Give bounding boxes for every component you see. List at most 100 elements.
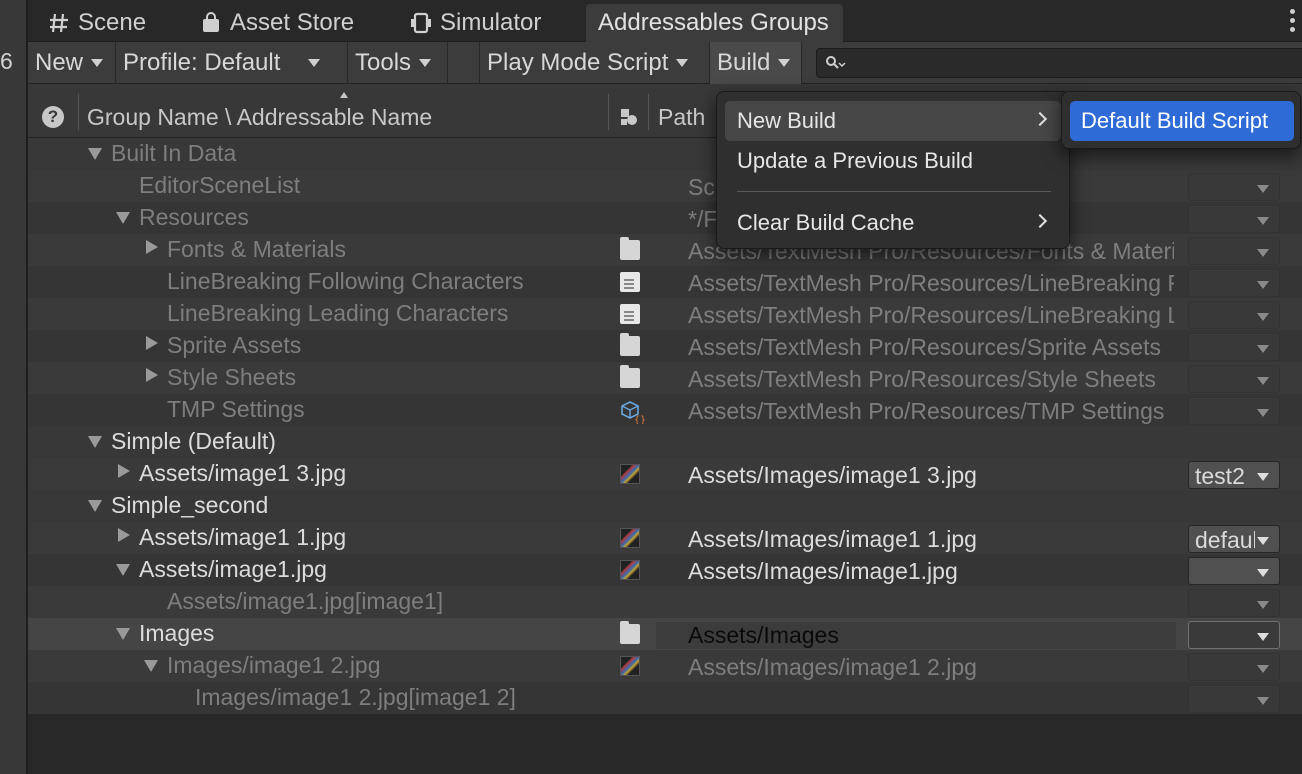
labels-dropdown[interactable] [1188,621,1280,649]
new-build-submenu: Default Build Script [1061,91,1301,149]
chevron-down-icon [1257,697,1269,705]
chevron-down-icon [1257,217,1269,225]
labels-dropdown[interactable] [1188,237,1280,265]
left-strip-number: 6 [0,48,13,74]
tab-asset-store-label: Asset Store [230,9,355,36]
collapse-chevron-icon[interactable] [118,464,130,478]
column-divider[interactable] [608,94,609,130]
chevron-down-icon [1257,569,1269,577]
menu-item-default-build-script[interactable]: Default Build Script [1070,101,1294,141]
labels-dropdown[interactable] [1188,557,1280,585]
search-icon [826,56,846,69]
table-row[interactable]: Assets/image1 1.jpg Assets/Images/image1… [28,522,1302,554]
chevron-down-icon [1257,409,1269,417]
tab-scene[interactable]: Scene [34,4,146,42]
folder-icon [620,621,640,644]
menu-separator [737,191,1051,192]
expand-chevron-icon[interactable] [116,212,130,224]
text-asset-icon [620,304,640,324]
table-row[interactable]: Images/image1 2.jpg Assets/Images/image1… [28,650,1302,682]
table-row[interactable]: Fonts & Materials Assets/TextMesh Pro/Re… [28,234,1302,266]
table-row[interactable]: Assets/image1 3.jpg Assets/Images/image1… [28,458,1302,490]
left-dock-strip: 6 [0,0,28,774]
collapse-chevron-icon[interactable] [146,368,158,382]
tab-simulator[interactable]: Simulator [396,4,541,42]
tools-dropdown-button[interactable]: Tools [348,42,448,84]
column-group-name[interactable]: Group Name \ Addressable Name [87,104,432,131]
table-row[interactable]: Assets/image1.jpg Assets/Images/image1.j… [28,554,1302,586]
tab-addressables-groups-label: Addressables Groups [598,9,829,36]
profile-dropdown-button[interactable]: Profile: Default [116,42,348,84]
chevron-down-icon [1257,185,1269,193]
search-input[interactable] [816,48,1302,78]
column-divider[interactable] [78,94,79,130]
labels-dropdown[interactable]: default [1188,525,1280,553]
table-row[interactable]: Resources */F [28,202,1302,234]
sort-ascending-icon [340,92,348,98]
collapse-chevron-icon[interactable] [146,336,158,350]
scriptable-object-icon: {} [620,400,646,426]
column-divider[interactable] [648,94,649,130]
labels-dropdown[interactable] [1188,589,1280,617]
play-mode-script-dropdown[interactable]: Play Mode Script [480,42,710,84]
new-dropdown-button[interactable]: New [28,42,116,84]
labels-dropdown[interactable] [1188,397,1280,425]
image-thumbnail-icon [620,656,640,676]
table-row[interactable]: EditorSceneList Sc [28,170,1302,202]
asset-type-column-icon [619,106,639,126]
addressables-tree: Built In Data EditorSceneList Sc Resourc… [28,138,1302,714]
table-row[interactable]: Images/image1 2.jpg[image1 2] [28,682,1302,714]
expand-chevron-icon[interactable] [88,148,102,160]
labels-dropdown[interactable] [1188,269,1280,297]
labels-dropdown[interactable] [1188,205,1280,233]
more-options-icon[interactable] [1290,9,1296,33]
labels-dropdown[interactable] [1188,365,1280,393]
table-row[interactable]: TMP Settings {} Assets/TextMesh Pro/Reso… [28,394,1302,426]
chevron-down-icon [1257,281,1269,289]
grid-icon [48,12,70,34]
table-row[interactable]: Style Sheets Assets/TextMesh Pro/Resourc… [28,362,1302,394]
expand-chevron-icon[interactable] [88,500,102,512]
chevron-down-icon [1257,537,1269,545]
folder-icon [620,237,640,260]
group-row[interactable]: Simple (Default) [28,426,1302,458]
table-row[interactable]: LineBreaking Following Characters Assets… [28,266,1302,298]
tab-simulator-label: Simulator [440,9,542,36]
image-thumbnail-icon [620,528,640,548]
collapse-chevron-icon[interactable] [146,240,158,254]
tab-scene-label: Scene [78,9,147,36]
labels-dropdown[interactable] [1188,653,1280,681]
image-thumbnail-icon [620,464,640,484]
labels-dropdown[interactable] [1188,301,1280,329]
menu-item-new-build[interactable]: New Build [725,101,1061,141]
text-asset-icon [620,272,640,292]
collapse-chevron-icon[interactable] [118,528,130,542]
build-dropdown-button[interactable]: Build [710,42,802,84]
chevron-down-icon [1257,249,1269,257]
expand-chevron-icon[interactable] [116,628,130,640]
expand-chevron-icon[interactable] [144,660,158,672]
table-row[interactable]: Sprite Assets Assets/TextMesh Pro/Resour… [28,330,1302,362]
labels-dropdown[interactable] [1188,173,1280,201]
help-icon[interactable]: ? [42,106,64,128]
menu-item-clear-build-cache[interactable]: Clear Build Cache [725,203,1061,243]
labels-dropdown[interactable] [1188,333,1280,361]
table-row[interactable]: Assets/image1.jpg[image1] [28,586,1302,618]
menu-item-update-previous-build[interactable]: Update a Previous Build [725,141,1061,181]
table-row[interactable]: LineBreaking Leading Characters Assets/T… [28,298,1302,330]
expand-chevron-icon[interactable] [88,436,102,448]
folder-icon [620,333,640,356]
chevron-down-icon [1257,345,1269,353]
labels-dropdown[interactable]: test2 [1188,461,1280,489]
tab-asset-store[interactable]: Asset Store [186,4,354,42]
expand-chevron-icon[interactable] [116,564,130,576]
image-thumbnail-icon [620,560,640,580]
toolbar-spacer [448,42,480,84]
labels-dropdown[interactable] [1188,685,1280,713]
group-row[interactable]: Simple_second [28,490,1302,522]
column-path[interactable]: Path [658,104,705,131]
tab-addressables-groups[interactable]: Addressables Groups [586,4,843,42]
chevron-down-icon [676,59,689,67]
table-row-selected[interactable]: Images Assets/Images [28,618,1302,650]
folder-icon [620,365,640,388]
